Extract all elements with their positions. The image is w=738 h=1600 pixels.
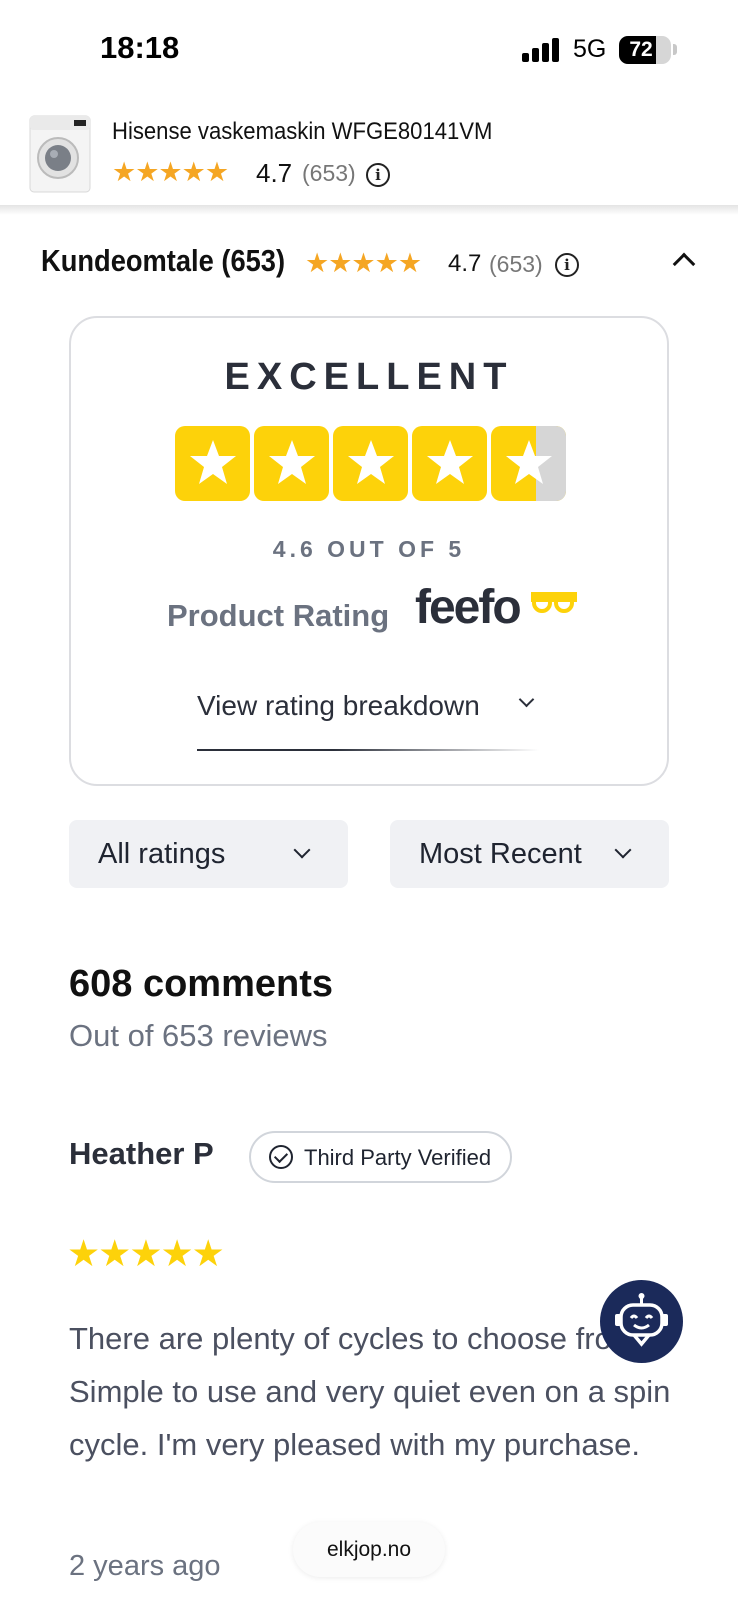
feefo-star [412,426,487,501]
star-icon [348,440,394,484]
feefo-logo: feefo [415,581,522,634]
section-rating-score: 4.7 [448,250,482,277]
comments-count: 608 comments [69,963,334,1005]
product-rating-count: (653) [302,160,356,186]
sort-value: Most Recent [419,838,582,870]
battery-icon: 72 [619,36,671,64]
feefo-star [175,426,250,501]
star-icon [269,440,315,484]
view-rating-breakdown-link[interactable]: View rating breakdown [197,690,480,722]
info-icon[interactable]: i [366,163,390,187]
reviews-heading[interactable]: Kundeomtale (653) [41,243,285,279]
product-title: Hisense vaskemaskin WFGE80141VM [112,118,493,145]
review-date: 2 years ago [69,1550,221,1582]
battery-level: 72 [629,38,653,61]
feefo-star [491,426,566,501]
product-header[interactable] [0,100,738,206]
status-time: 18:18 [100,30,180,65]
feefo-star-rating [175,426,567,502]
breakdown-underline [197,749,539,751]
collapse-chevron-up-icon[interactable] [672,252,696,276]
chatbot-button[interactable] [600,1280,683,1363]
product-rating-score: 4.7 [256,158,293,188]
header-divider [0,205,738,215]
verified-label: Third Party Verified [304,1145,492,1170]
feefo-rating-card: EXCELLENT 4.6 OUT OF 5 Product Rating fe… [69,316,669,786]
star-icon [506,440,552,484]
star-icon [427,440,473,484]
review-text: There are plenty of cycles to choose fro… [69,1321,671,1462]
rating-filter-value: All ratings [98,838,226,870]
rating-label: EXCELLENT [224,356,514,398]
chevron-down-icon [293,841,311,859]
sort-dropdown[interactable]: Most Recent [390,820,669,888]
robot-icon [615,1293,668,1347]
check-circle-icon [269,1145,293,1169]
section-rating-stars: ★★★★★ [305,248,422,278]
washing-machine-image [29,115,91,193]
review-stars: ★★★★★ [67,1233,225,1274]
feefo-logo-eyes-icon [531,592,577,613]
feefo-star [333,426,408,501]
chevron-down-icon [614,841,632,859]
product-rating-stars: ★★★★★ [112,157,229,187]
rating-out-of: 4.6 OUT OF 5 [272,536,466,562]
verified-badge: Third Party Verified [249,1131,512,1183]
feefo-star [254,426,329,501]
reviewer-name: Heather P [69,1136,214,1171]
section-rating-count: (653) [489,251,543,277]
network-label: 5G [573,35,607,63]
battery-cap [673,44,677,55]
browser-url-pill[interactable]: elkjop.no [293,1522,445,1577]
star-icon [190,440,236,484]
section-info-icon[interactable]: i [555,253,579,277]
signal-icon [522,38,562,62]
rating-filter-dropdown[interactable]: All ratings [69,820,348,888]
status-bar: 18:18 5G 72 [0,0,738,100]
reviews-total: Out of 653 reviews [69,1018,328,1053]
chevron-down-icon[interactable] [518,691,535,708]
product-rating-label: Product Rating [167,598,390,633]
